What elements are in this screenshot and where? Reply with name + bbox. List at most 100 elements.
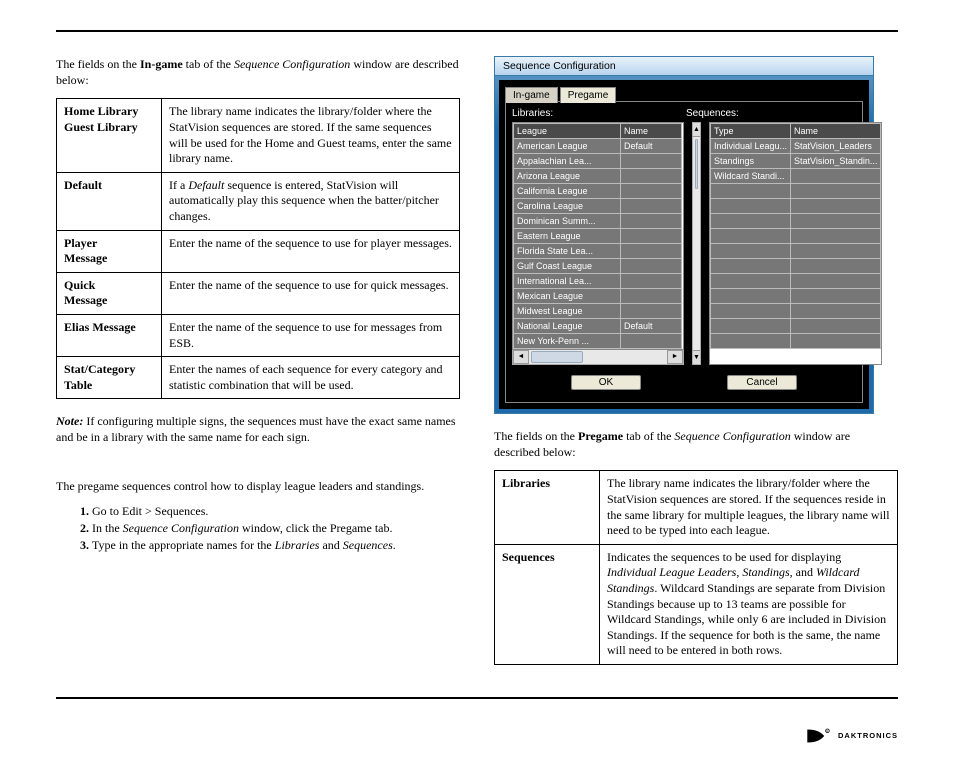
scroll-down-icon[interactable]: ▼: [693, 350, 700, 364]
ingame-fields-table: Home LibraryGuest LibraryThe library nam…: [56, 98, 460, 399]
intro-left: The fields on the In-game tab of the Seq…: [56, 56, 460, 88]
field-desc: Enter the name of the sequence to use fo…: [162, 314, 460, 356]
libraries-label: Libraries:: [512, 108, 686, 119]
field-term: PlayerMessage: [57, 230, 162, 272]
grid-cell[interactable]: [621, 244, 682, 259]
grid-cell[interactable]: [791, 259, 881, 274]
grid-cell[interactable]: [791, 289, 881, 304]
field-term: Default: [57, 172, 162, 230]
field-desc: Enter the name of the sequence to use fo…: [162, 230, 460, 272]
grid-cell[interactable]: Midwest League: [514, 304, 621, 319]
field-desc: Enter the name of the sequence to use fo…: [162, 272, 460, 314]
grid-cell[interactable]: Individual Leagu...: [710, 139, 790, 154]
sequences-grid[interactable]: TypeNameIndividual Leagu...StatVision_Le…: [709, 122, 882, 365]
field-term: Home LibraryGuest Library: [57, 99, 162, 172]
grid-cell[interactable]: Eastern League: [514, 229, 621, 244]
grid-cell[interactable]: [621, 184, 682, 199]
field-desc: Indicates the sequences to be used for d…: [600, 544, 898, 664]
grid-cell[interactable]: [710, 214, 790, 229]
field-term: Sequences: [495, 544, 600, 664]
grid-cell[interactable]: Mexican League: [514, 289, 621, 304]
scroll-left-icon[interactable]: ◄: [513, 350, 529, 364]
grid-cell[interactable]: New York-Penn ...: [514, 334, 621, 349]
grid-cell[interactable]: [621, 304, 682, 319]
grid-cell[interactable]: Arizona League: [514, 169, 621, 184]
grid-cell[interactable]: Gulf Coast League: [514, 259, 621, 274]
ok-button[interactable]: OK: [571, 375, 641, 390]
grid-cell[interactable]: [621, 259, 682, 274]
field-desc: The library name indicates the library/f…: [600, 471, 898, 544]
grid-cell[interactable]: Default: [621, 139, 682, 154]
intro-right: The fields on the Pregame tab of the Seq…: [494, 428, 898, 460]
grid-cell[interactable]: [710, 274, 790, 289]
grid-cell[interactable]: [710, 259, 790, 274]
grid-cell[interactable]: [621, 154, 682, 169]
grid-cell[interactable]: [621, 169, 682, 184]
grid-cell[interactable]: [621, 289, 682, 304]
grid-cell[interactable]: [791, 184, 881, 199]
grid-cell[interactable]: [710, 229, 790, 244]
grid-cell[interactable]: Florida State Lea...: [514, 244, 621, 259]
libraries-hscroll[interactable]: ◄ ►: [512, 350, 684, 365]
grid-cell[interactable]: [791, 319, 881, 334]
grid-cell[interactable]: [791, 244, 881, 259]
grid-cell[interactable]: Default: [621, 319, 682, 334]
grid-cell[interactable]: [791, 199, 881, 214]
grid-cell[interactable]: Wildcard Standi...: [710, 169, 790, 184]
grid-cell[interactable]: [791, 334, 881, 349]
grid-cell[interactable]: [791, 229, 881, 244]
field-term: QuickMessage: [57, 272, 162, 314]
grid-cell[interactable]: StatVision_Standin...: [791, 154, 881, 169]
logo-mark-icon: R: [806, 725, 832, 747]
grid-cell[interactable]: Standings: [710, 154, 790, 169]
grid-header[interactable]: Name: [791, 124, 881, 139]
grid-cell[interactable]: [621, 334, 682, 349]
grid-cell[interactable]: [710, 199, 790, 214]
grid-cell[interactable]: Carolina League: [514, 199, 621, 214]
grid-cell[interactable]: [710, 334, 790, 349]
grid-cell[interactable]: [710, 244, 790, 259]
grid-cell[interactable]: International Lea...: [514, 274, 621, 289]
grid-header[interactable]: Type: [710, 124, 790, 139]
grid-cell[interactable]: National League: [514, 319, 621, 334]
grid-cell[interactable]: [710, 184, 790, 199]
grid-cell[interactable]: [791, 274, 881, 289]
tab-in-game[interactable]: In-game: [505, 87, 558, 103]
grid-cell[interactable]: California League: [514, 184, 621, 199]
scroll-up-icon[interactable]: ▲: [693, 123, 700, 137]
grid-cell[interactable]: [791, 169, 881, 184]
step-item: Type in the appropriate names for the Li…: [92, 538, 460, 553]
scroll-thumb[interactable]: [531, 351, 583, 363]
grid-cell[interactable]: [791, 214, 881, 229]
grid-cell[interactable]: American League: [514, 139, 621, 154]
grid-header[interactable]: League: [514, 124, 621, 139]
steps-list: Go to Edit > Sequences.In the Sequence C…: [56, 504, 460, 553]
libraries-grid[interactable]: LeagueNameAmerican LeagueDefaultAppalach…: [512, 122, 684, 350]
field-desc: If a Default sequence is entered, StatVi…: [162, 172, 460, 230]
grid-header[interactable]: Name: [621, 124, 682, 139]
grid-cell[interactable]: StatVision_Leaders: [791, 139, 881, 154]
vscroll-thumb[interactable]: [695, 139, 698, 189]
pregame-intro: The pregame sequences control how to dis…: [56, 478, 460, 494]
pregame-fields-table: LibrariesThe library name indicates the …: [494, 470, 898, 665]
cancel-button[interactable]: Cancel: [727, 375, 797, 390]
grid-cell[interactable]: [621, 274, 682, 289]
scroll-right-icon[interactable]: ►: [667, 350, 683, 364]
grid-cell[interactable]: [710, 289, 790, 304]
note: Note: If configuring multiple signs, the…: [56, 413, 460, 445]
libraries-vscroll[interactable]: ▲ ▼: [692, 122, 701, 365]
grid-cell[interactable]: [710, 319, 790, 334]
grid-cell[interactable]: [621, 214, 682, 229]
grid-cell[interactable]: [710, 304, 790, 319]
grid-cell[interactable]: [621, 229, 682, 244]
grid-cell[interactable]: [621, 199, 682, 214]
step-item: Go to Edit > Sequences.: [92, 504, 460, 519]
tab-pregame[interactable]: Pregame: [560, 87, 617, 103]
grid-cell[interactable]: Appalachian Lea...: [514, 154, 621, 169]
field-term: Libraries: [495, 471, 600, 544]
bottom-rule: [56, 697, 898, 699]
daktronics-logo: R DAKTRONICS: [806, 725, 898, 747]
field-desc: The library name indicates the library/f…: [162, 99, 460, 172]
grid-cell[interactable]: [791, 304, 881, 319]
grid-cell[interactable]: Dominican Summ...: [514, 214, 621, 229]
